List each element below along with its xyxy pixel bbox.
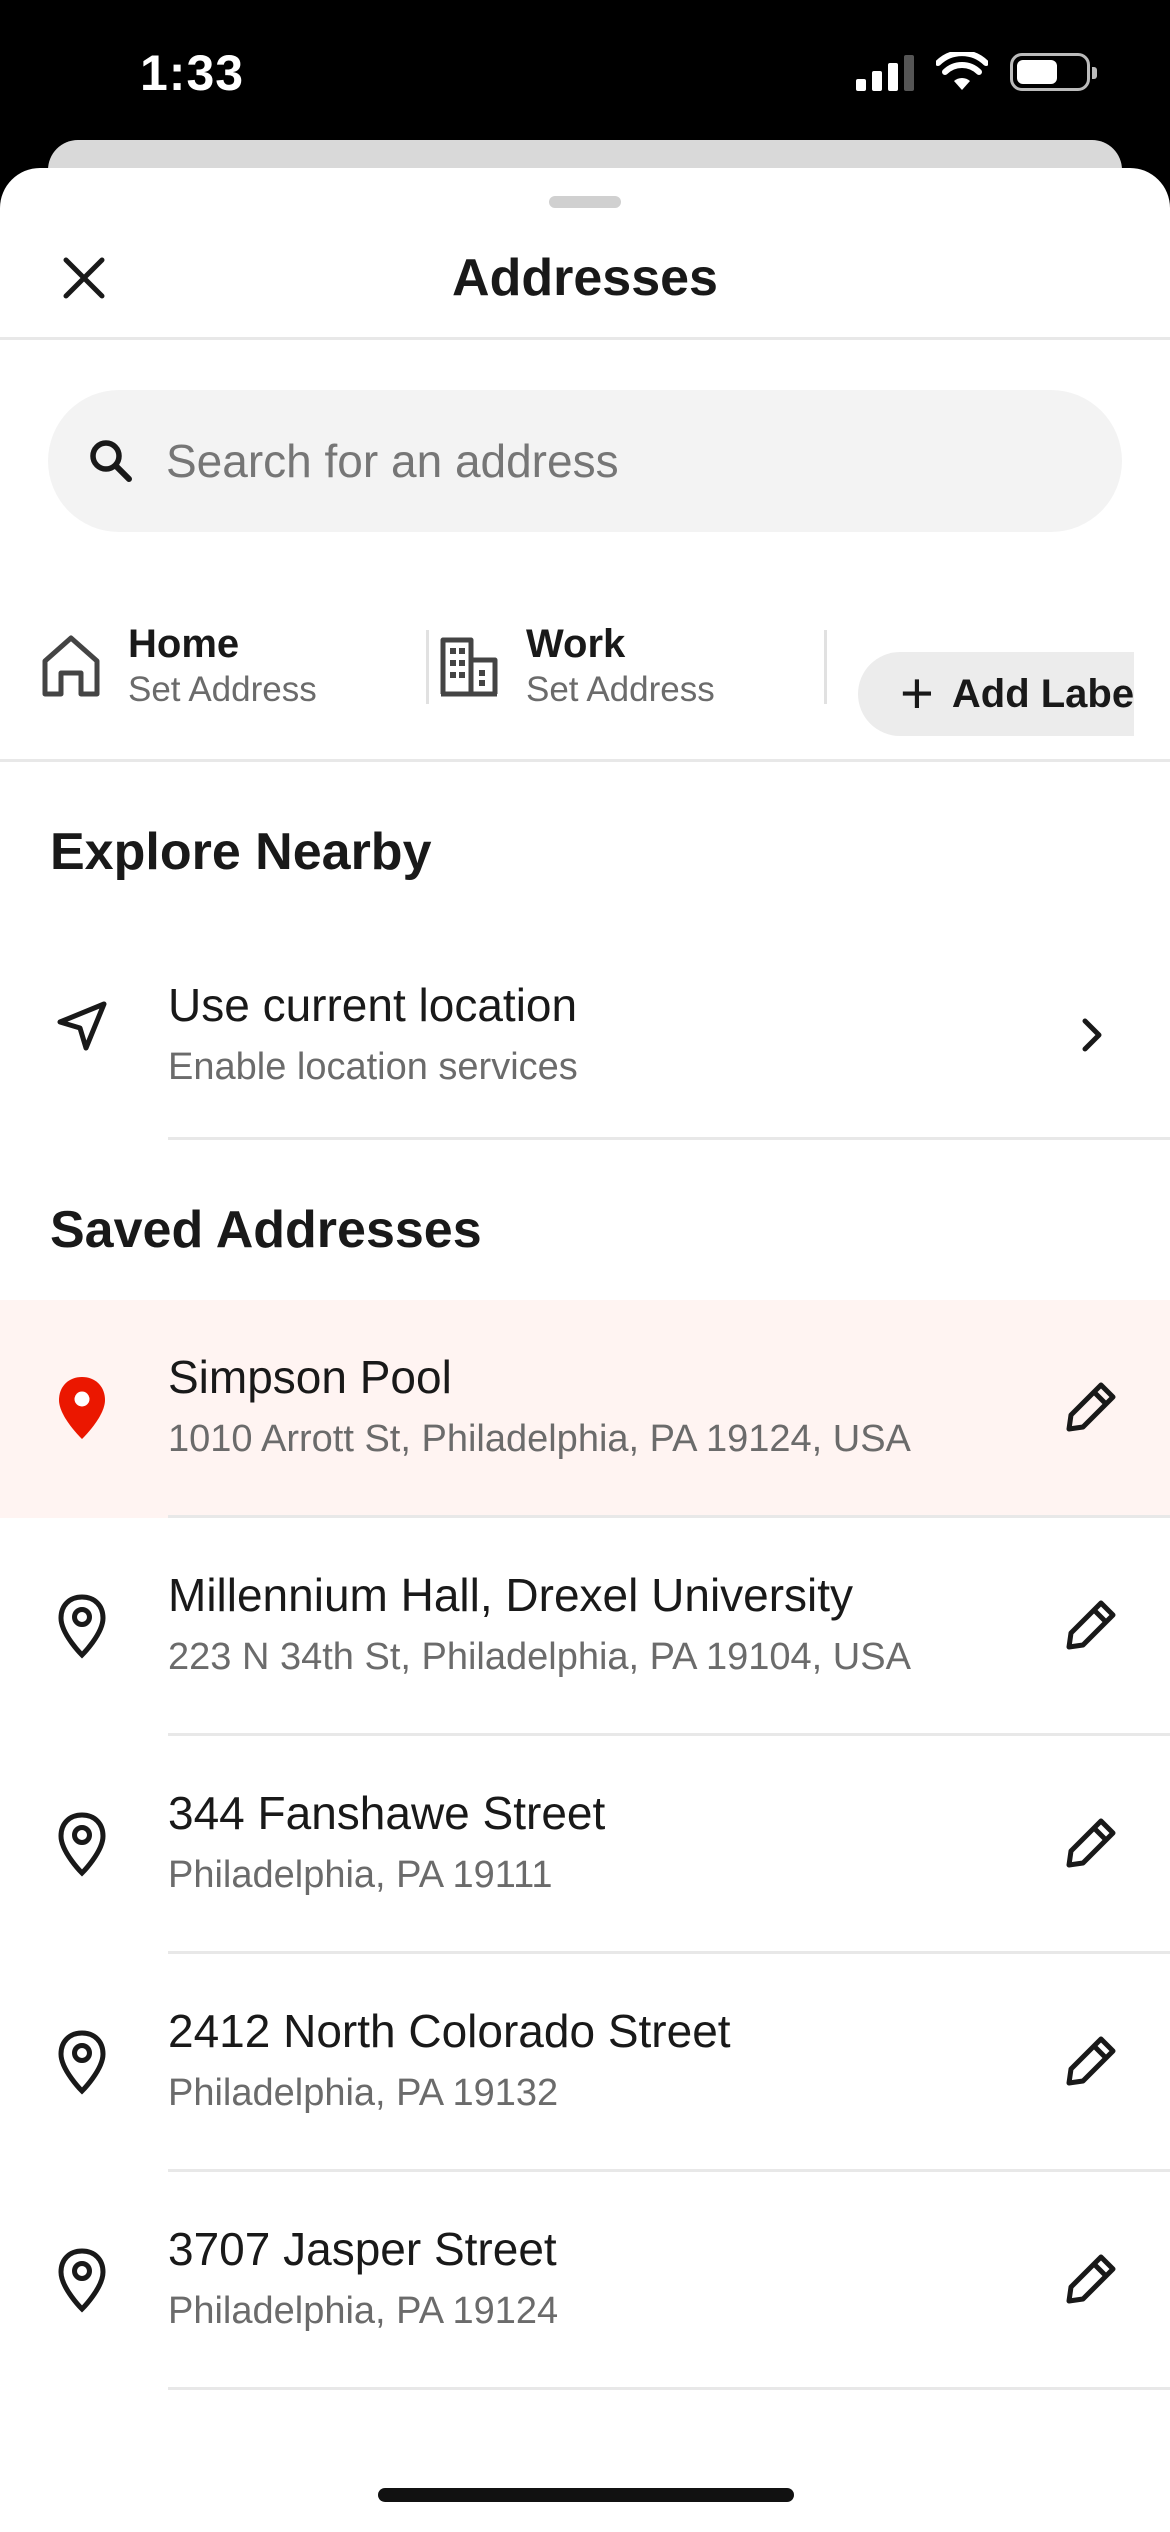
current-location-title: Use current location (168, 979, 578, 1031)
label-home[interactable]: Home Set Address (38, 620, 317, 712)
building-icon (436, 631, 502, 701)
saved-address-sub: Philadelphia, PA 19124 (168, 2290, 559, 2332)
edit-pencil-icon[interactable] (1052, 2240, 1130, 2318)
saved-address-title: Simpson Pool (168, 1351, 452, 1403)
search-input[interactable] (166, 434, 1046, 488)
chevron-right-icon (1052, 996, 1130, 1074)
location-pin-filled-icon (46, 1372, 118, 1444)
search-bar[interactable] (48, 390, 1122, 532)
edit-pencil-icon[interactable] (1052, 1586, 1130, 1664)
saved-address-row[interactable]: Millennium Hall, Drexel University 223 N … (0, 1518, 1170, 1736)
home-indicator[interactable] (378, 2488, 794, 2502)
wifi-icon (936, 52, 988, 90)
location-pin-icon (46, 2244, 118, 2316)
label-divider (426, 630, 429, 704)
current-location-sub: Enable location services (168, 1046, 578, 1088)
label-home-name: Home (128, 622, 240, 666)
cellular-signal-icon (856, 53, 914, 91)
saved-address-row[interactable]: 3707 Jasper Street Philadelphia, PA 19124 (0, 2172, 1170, 2390)
add-label-button[interactable]: + Add Label (858, 652, 1170, 736)
status-bar: 1:33 (0, 0, 1170, 150)
saved-address-title: 3707 Jasper Street (168, 2223, 557, 2275)
label-home-sub: Set Address (128, 670, 317, 709)
location-pin-icon (46, 1590, 118, 1662)
saved-address-row[interactable]: 2412 North Colorado Street Philadelphia, … (0, 1954, 1170, 2172)
saved-address-row[interactable]: Simpson Pool 1010 Arrott St, Philadelphia… (0, 1300, 1170, 1518)
battery-icon (1010, 53, 1097, 91)
use-current-location-row[interactable]: Use current location Enable location ser… (0, 950, 1170, 1140)
plus-icon: + (900, 661, 934, 726)
saved-address-sub: 223 N 34th St, Philadelphia, PA 19104, U… (168, 1636, 911, 1678)
status-icons (856, 52, 1097, 92)
edit-pencil-icon[interactable] (1052, 2022, 1130, 2100)
add-label-text: Add Label (951, 671, 1146, 716)
saved-address-sub: Philadelphia, PA 19111 (168, 1854, 553, 1896)
label-work-sub: Set Address (526, 670, 715, 709)
label-divider (824, 630, 827, 704)
saved-address-sub: 1010 Arrott St, Philadelphia, PA 19124, … (168, 1418, 911, 1460)
label-work-name: Work (526, 622, 626, 666)
addresses-sheet: Addresses Home Set Address (0, 168, 1170, 2532)
sheet-header: Addresses (0, 208, 1170, 340)
sheet-grabber[interactable] (549, 196, 621, 208)
saved-address-title: 344 Fanshawe Street (168, 1787, 606, 1839)
location-pin-icon (46, 2026, 118, 2098)
label-work[interactable]: Work Set Address (436, 620, 715, 712)
saved-address-row[interactable]: 344 Fanshawe Street Philadelphia, PA 1911… (0, 1736, 1170, 1954)
edit-pencil-icon[interactable] (1052, 1804, 1130, 1882)
home-icon (38, 631, 104, 701)
saved-address-title: 2412 North Colorado Street (168, 2005, 731, 2057)
explore-nearby-title: Explore Nearby (50, 823, 432, 881)
search-icon (84, 434, 138, 488)
saved-addresses-title: Saved Addresses (50, 1201, 482, 1259)
navigation-arrow-icon (46, 990, 118, 1062)
address-labels-row: Home Set Address Work Set Address + Add … (0, 596, 1170, 762)
edit-pencil-icon[interactable] (1052, 1368, 1130, 1446)
status-time: 1:33 (140, 45, 245, 101)
saved-address-title: Millennium Hall, Drexel University (168, 1569, 854, 1621)
page-title: Addresses (452, 249, 718, 307)
location-pin-icon (46, 1808, 118, 1880)
saved-address-sub: Philadelphia, PA 19132 (168, 2072, 559, 2114)
